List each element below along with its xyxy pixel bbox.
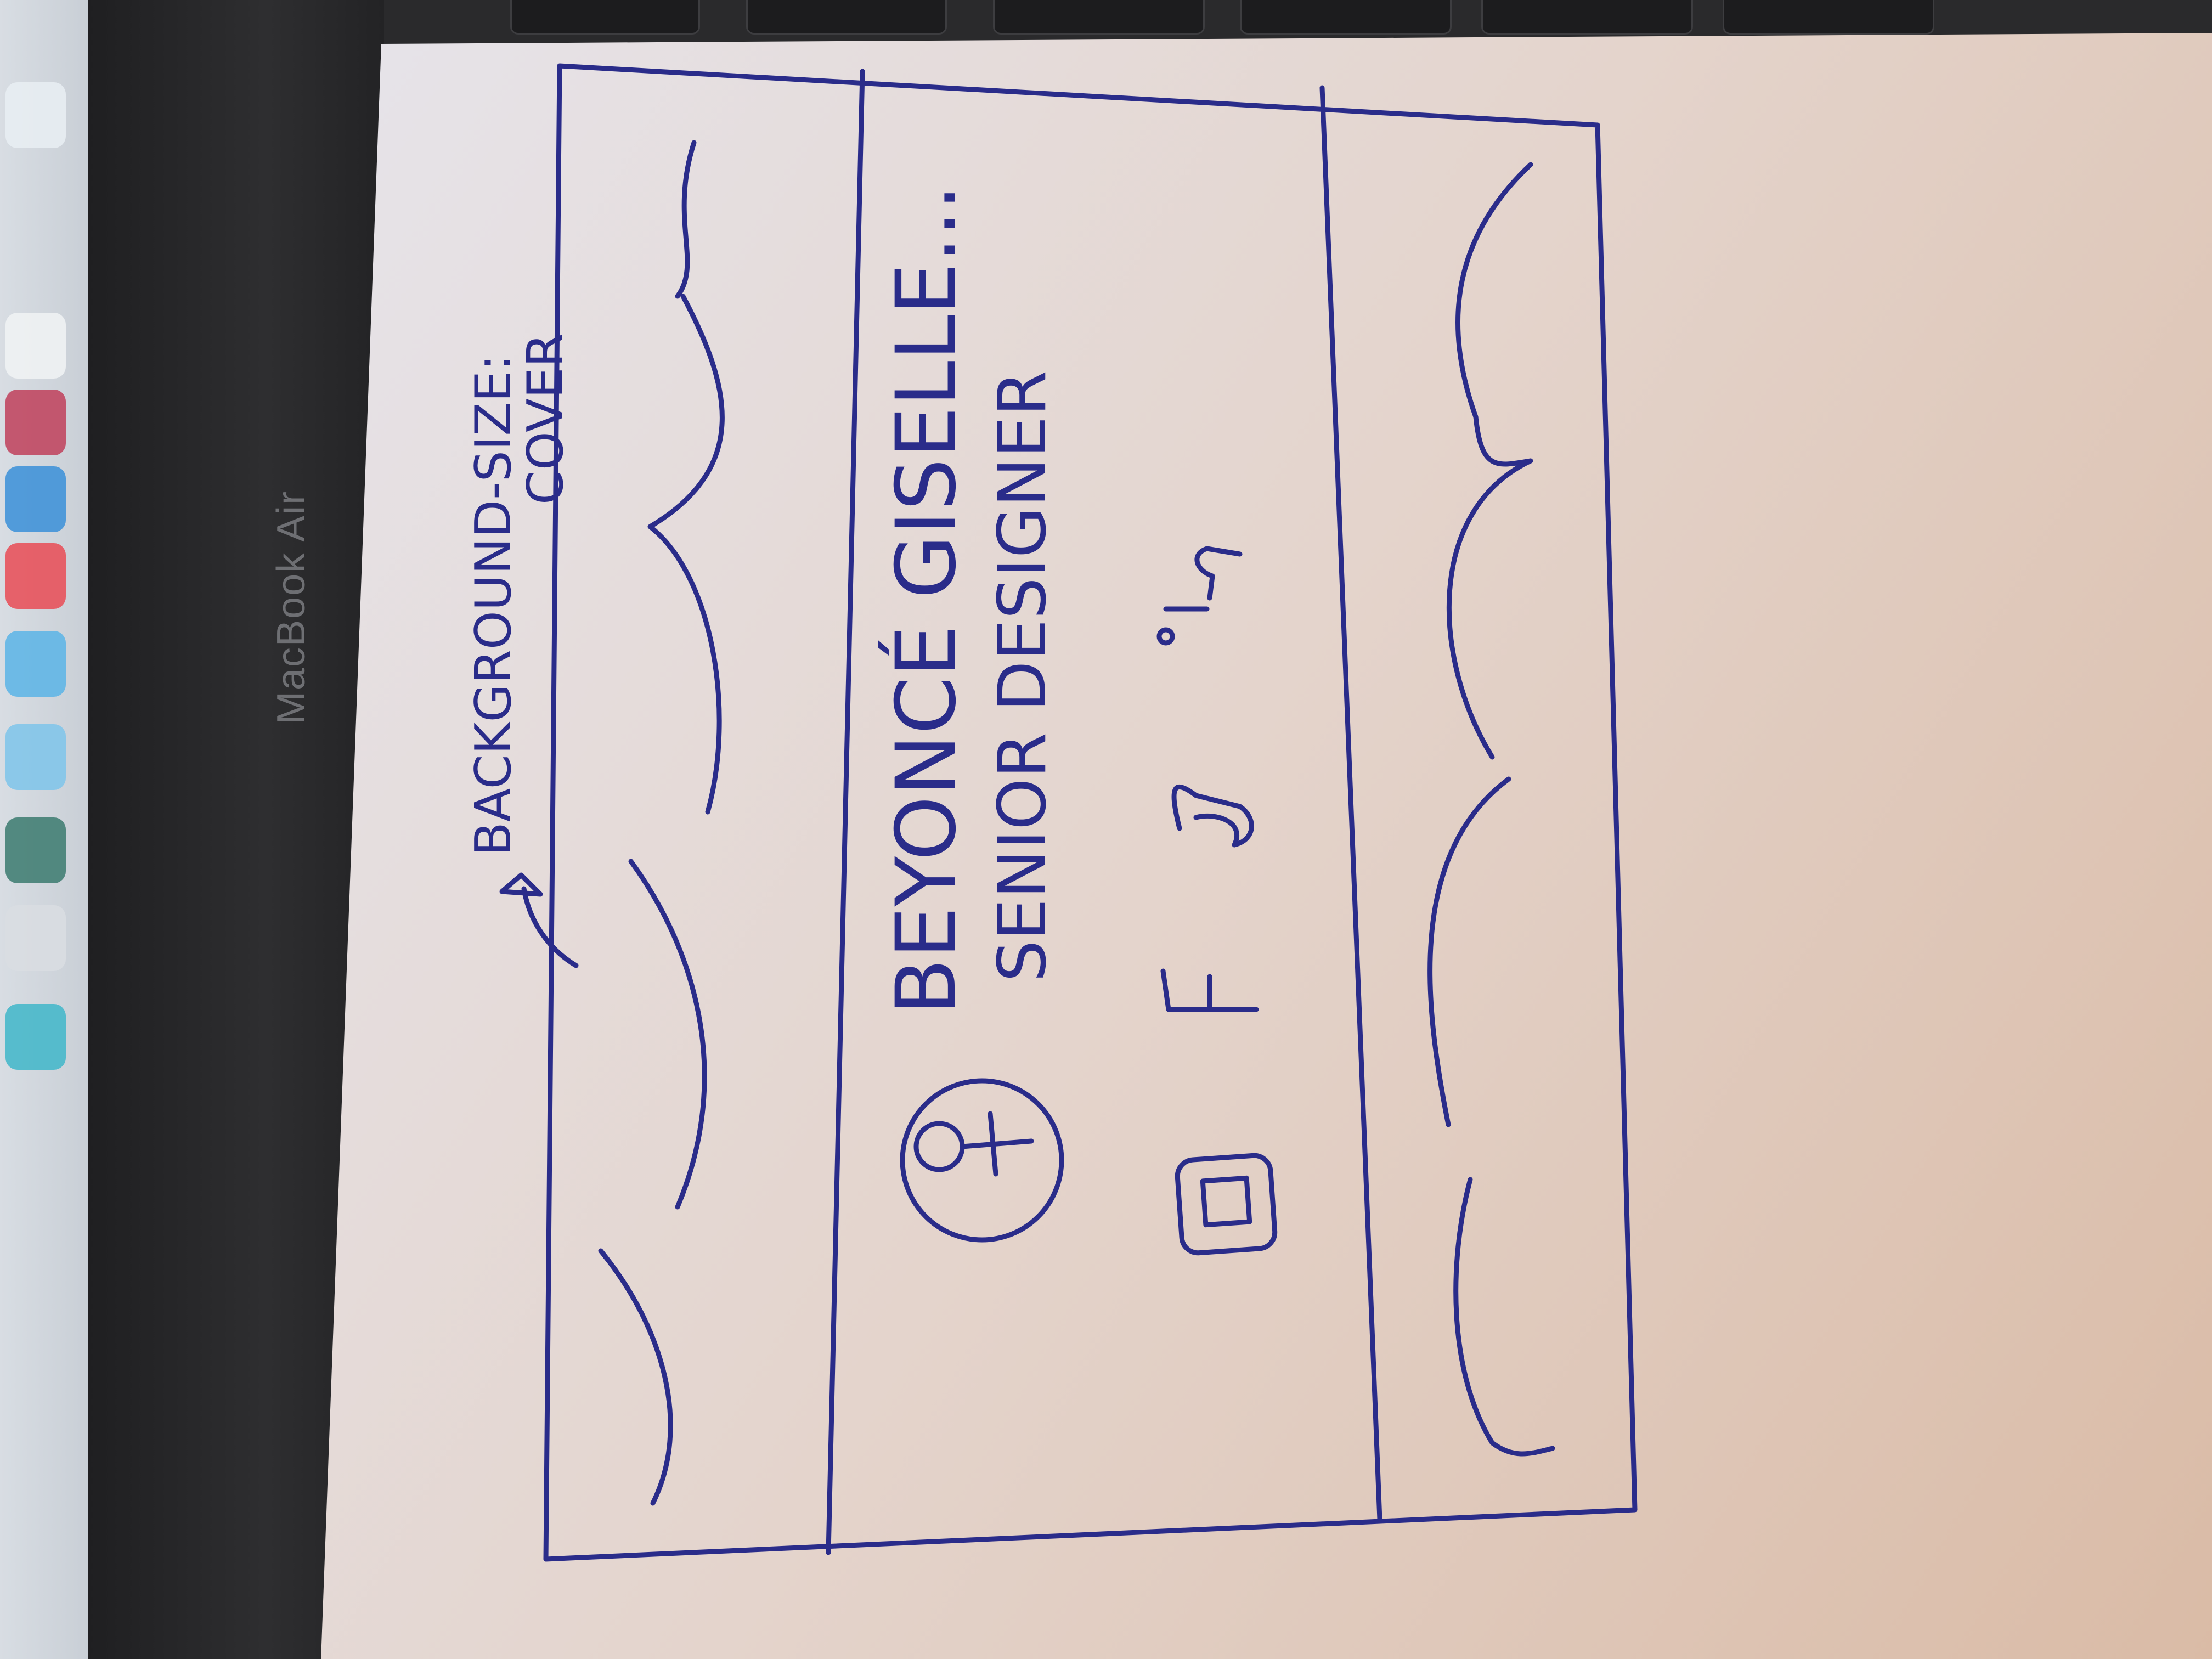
background-wave <box>1427 776 1511 1127</box>
annotation-arrowhead <box>499 872 543 897</box>
linkedin-icon[interactable] <box>1156 546 1243 646</box>
background-wave <box>1446 414 1533 760</box>
background-wave <box>647 294 725 815</box>
avatar-face <box>913 1121 965 1172</box>
facebook-icon[interactable] <box>1160 968 1259 1012</box>
background-wave <box>628 859 707 1210</box>
avatar <box>900 1078 1064 1243</box>
background-wave <box>675 140 697 299</box>
background-wave <box>598 1248 673 1506</box>
section-divider-top <box>826 69 865 1555</box>
instagram-icon[interactable] <box>1175 1153 1278 1256</box>
background-wave <box>1453 1177 1555 1457</box>
google-icon[interactable] <box>1171 785 1254 848</box>
photo-scene: MacBook Air BACKGROUND-SIZE: COVER BEYON… <box>0 0 2212 1659</box>
profile-name: BEYONCÉ GISELLE... <box>878 184 974 1015</box>
profile-role: SENIOR DESIGNER <box>985 370 1061 982</box>
avatar-arms <box>988 1111 998 1177</box>
annotation-text-line1: BACKGROUND-SIZE: <box>465 354 522 856</box>
avatar-body <box>960 1138 1034 1149</box>
annotation-text-line2: COVER <box>517 333 574 505</box>
wireframe-sketch: BACKGROUND-SIZE: COVER BEYONCÉ GISELLE..… <box>465 63 1638 1562</box>
background-wave <box>1455 162 1533 420</box>
section-divider-bottom <box>1319 85 1383 1522</box>
